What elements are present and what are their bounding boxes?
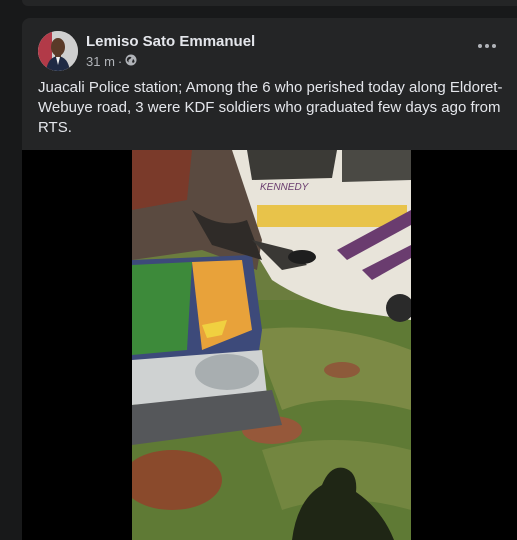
svg-text:KENNEDY: KENNEDY <box>260 182 310 193</box>
accident-photo-image: KENNEDY <box>132 150 411 540</box>
post-card: Lemiso Sato Emmanuel 31 m · Juacali Poli… <box>22 18 517 540</box>
accident-photo[interactable]: KENNEDY <box>132 150 411 540</box>
post-media[interactable]: KENNEDY <box>22 150 517 540</box>
post-meta: 31 m · <box>86 54 137 69</box>
author-name[interactable]: Lemiso Sato Emmanuel <box>86 33 255 50</box>
globe-icon[interactable] <box>125 54 137 69</box>
author-avatar[interactable] <box>38 31 78 71</box>
previous-post-edge <box>22 0 517 6</box>
post-timestamp[interactable]: 31 m <box>86 54 115 69</box>
post-text: Juacali Police station; Among the 6 who … <box>38 79 503 136</box>
avatar-image <box>38 31 78 71</box>
meta-separator: · <box>117 54 123 69</box>
more-options-icon[interactable] <box>475 40 499 54</box>
